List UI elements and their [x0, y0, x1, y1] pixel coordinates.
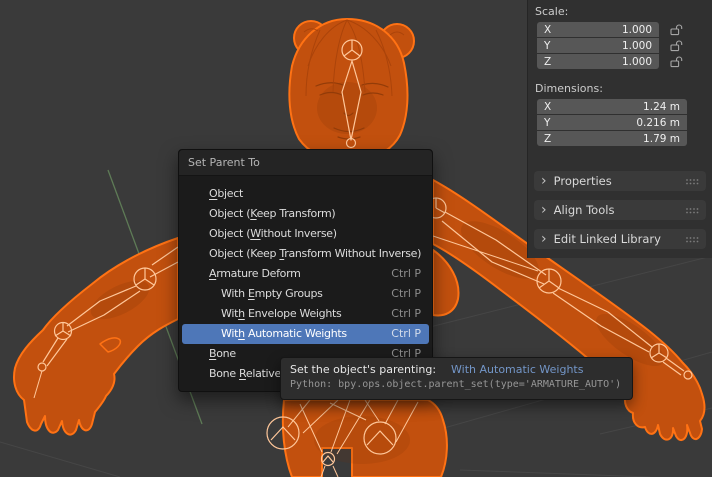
panel-align-tools[interactable]: › Align Tools	[534, 200, 706, 220]
axis-label: X	[544, 101, 551, 113]
panel-label: Align Tools	[554, 203, 615, 217]
blender-window: Scale: X 1.000 Y 1.000 Z 1.	[0, 0, 712, 477]
panel-label: Edit Linked Library	[554, 232, 661, 246]
chevron-right-icon: ›	[541, 171, 547, 191]
menu-item-label: Object (Keep Transform Without Inverse)	[209, 244, 421, 264]
menu-item-label: With Automatic Weights	[221, 324, 347, 344]
axis-label: Y	[544, 117, 550, 129]
menu-item-object-keep-transform-without-inverse[interactable]: Object (Keep Transform Without Inverse)	[182, 244, 429, 264]
tooltip-python: Python: bpy.ops.object.parent_set(type='…	[290, 379, 623, 390]
menu-item-label: Object	[209, 184, 243, 204]
axis-value: 0.216 m	[636, 117, 680, 129]
axis-value: 1.000	[622, 40, 652, 52]
menu-item-shortcut: Ctrl P	[391, 324, 421, 344]
axis-value: 1.24 m	[643, 101, 680, 113]
menu-item-label: With Envelope Weights	[221, 304, 341, 324]
menu-item-with-envelope-weights[interactable]: With Envelope Weights Ctrl P	[182, 304, 429, 324]
menu-item-with-automatic-weights[interactable]: With Automatic Weights Ctrl P	[182, 324, 429, 344]
menu-item-shortcut: Ctrl P	[391, 264, 421, 284]
scale-z-row: Z 1.000	[537, 54, 712, 69]
unlock-icon[interactable]	[668, 55, 684, 69]
menu-item-armature-deform[interactable]: Armature Deform Ctrl P	[182, 264, 429, 284]
menu-title: Set Parent To	[179, 150, 432, 176]
dimensions-z-field[interactable]: Z 1.79 m	[537, 131, 687, 146]
axis-label: Y	[544, 40, 550, 52]
axis-value: 1.79 m	[643, 133, 680, 145]
chevron-right-icon: ›	[541, 200, 547, 220]
menu-item-with-empty-groups[interactable]: With Empty Groups Ctrl P	[182, 284, 429, 304]
left-arm	[14, 238, 178, 435]
axis-value: 1.000	[622, 56, 652, 68]
dimensions-x-row: X 1.24 m	[537, 99, 712, 114]
scale-y-field[interactable]: Y 1.000	[537, 38, 659, 53]
menu-item-label: Bone	[209, 344, 236, 364]
scale-label: Scale:	[535, 5, 712, 18]
menu-item-shortcut: Ctrl P	[391, 304, 421, 324]
dimensions-y-row: Y 0.216 m	[537, 115, 712, 130]
scale-y-row: Y 1.000	[537, 38, 712, 53]
menu-item-object-without-inverse[interactable]: Object (Without Inverse)	[182, 224, 429, 244]
menu-item-shortcut: Ctrl P	[391, 284, 421, 304]
dimensions-label: Dimensions:	[535, 82, 712, 95]
panel-properties[interactable]: › Properties	[534, 171, 706, 191]
panel-label: Properties	[554, 174, 612, 188]
axis-label: X	[544, 24, 551, 36]
menu-item-label: Bone Relative	[209, 364, 281, 384]
axis-label: Z	[544, 133, 551, 145]
right-underarm	[433, 250, 458, 315]
dimensions-z-row: Z 1.79 m	[537, 131, 712, 146]
grip-icon[interactable]	[685, 236, 699, 243]
operator-tooltip: Set the object's parenting: With Automati…	[280, 357, 633, 400]
menu-item-object[interactable]: Object	[182, 184, 429, 204]
set-parent-to-menu: Set Parent To Object Object (Keep Transf…	[178, 149, 433, 392]
menu-item-label: With Empty Groups	[221, 284, 323, 304]
unlock-icon[interactable]	[668, 23, 684, 37]
panel-edit-linked-library[interactable]: › Edit Linked Library	[534, 229, 706, 249]
scale-x-row: X 1.000	[537, 22, 712, 37]
dimensions-y-field[interactable]: Y 0.216 m	[537, 115, 687, 130]
sidebar-panels: › Properties › Align Tools › Edit Linked…	[528, 171, 712, 249]
menu-item-label: Object (Keep Transform)	[209, 204, 335, 224]
scale-z-field[interactable]: Z 1.000	[537, 54, 659, 69]
tooltip-label: Set the object's parenting:	[290, 363, 436, 376]
axis-value: 1.000	[622, 24, 652, 36]
tooltip-value: With Automatic Weights	[451, 363, 583, 376]
chevron-right-icon: ›	[541, 229, 547, 249]
menu-item-object-keep-transform[interactable]: Object (Keep Transform)	[182, 204, 429, 224]
sidebar-n-panel: Scale: X 1.000 Y 1.000 Z 1.	[527, 0, 712, 258]
grip-icon[interactable]	[685, 178, 699, 185]
menu-item-label: Object (Without Inverse)	[209, 224, 337, 244]
grip-icon[interactable]	[685, 207, 699, 214]
axis-label: Z	[544, 56, 551, 68]
menu-item-label: Armature Deform	[209, 264, 301, 284]
unlock-icon[interactable]	[668, 39, 684, 53]
scale-x-field[interactable]: X 1.000	[537, 22, 659, 37]
dimensions-x-field[interactable]: X 1.24 m	[537, 99, 687, 114]
